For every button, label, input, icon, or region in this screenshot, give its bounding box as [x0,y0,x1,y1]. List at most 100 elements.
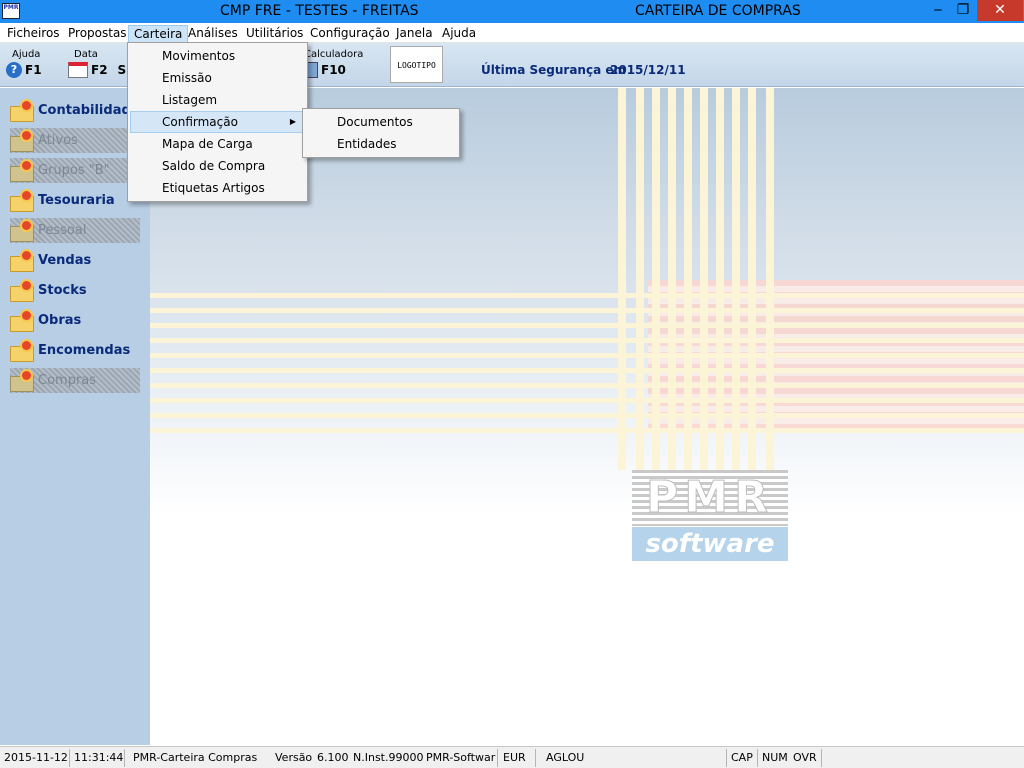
sidebar-item-label: Encomendas [38,343,131,358]
window-title: CMP FRE - TESTES - FREITAS [220,3,419,19]
decor-stripe [150,323,1024,328]
menu-item-etiquetas-artigos[interactable]: Etiquetas Artigos [130,177,305,199]
status-divider [726,749,727,767]
menu-janela[interactable]: Janela [391,25,438,43]
status-divider [124,749,125,767]
decor-stripe [716,88,724,470]
menu-ajuda[interactable]: Ajuda [437,25,481,43]
decor-stripe [766,88,774,470]
date-tool-label: Data [74,49,98,60]
menu-item-movimentos[interactable]: Movimentos [130,45,305,67]
menu-item-saldo-de-compra[interactable]: Saldo de Compra [130,155,305,177]
sidebar-item-compras: Compras [10,368,140,393]
sidebar-item-label: Contabilidade [38,103,140,118]
decor-stripe [150,353,1024,358]
menu-analises[interactable]: Análises [183,25,243,43]
close-button[interactable]: ✕ [977,0,1023,21]
help-tool-label: Ajuda [12,49,41,60]
status-install: N.Inst.99000 [353,751,424,764]
menu-item-confirmacao[interactable]: Confirmação ▶ [130,111,305,133]
folder-icon [10,100,34,122]
folder-icon [10,160,34,182]
status-module: PMR-Carteira Compras [133,751,258,764]
decor-stripe [150,368,1024,373]
sidebar-item-ativos: Ativos [10,128,140,153]
calendar-icon [68,62,88,78]
menu-propostas[interactable]: Propostas [63,25,132,43]
date-key: F2 [91,63,108,77]
decor-stripe [684,88,692,470]
menu-utilitarios[interactable]: Utilitários [241,25,308,43]
folder-icon [10,340,34,362]
sidebar-item-label: Tesouraria [38,193,115,208]
help-icon: ? [6,62,22,78]
menu-item-entidades[interactable]: Entidades [305,133,457,155]
company-logo: LOGOTIPO [390,46,443,83]
hidden-tool-key: S [117,63,127,77]
decor-stripe [618,88,626,470]
status-num: NUM [762,751,788,764]
maximize-button[interactable]: ❐ [948,0,978,21]
decor-stripe [150,308,1024,313]
sidebar-item-tesouraria[interactable]: Tesouraria [10,188,140,213]
sidebar-item-label: Ativos [38,133,78,148]
calc-tool-label: Calculadora [304,49,364,60]
decor-stripe [150,413,1024,418]
decor-stripe [150,398,1024,403]
decor-stripe [700,88,708,470]
decor-stripe [668,88,676,470]
menu-item-mapa-de-carga[interactable]: Mapa de Carga [130,133,305,155]
status-ovr: OVR [793,751,817,764]
decor-stripe [150,293,1024,298]
status-currency: EUR [503,751,526,764]
sidebar-item-label: Vendas [38,253,92,268]
menu-bar: Ficheiros Propostas Carteira Análises Ut… [0,23,1024,43]
status-date: 2015-11-12 [4,751,68,764]
status-time: 11:31:44 [74,751,124,764]
status-version-label: Versão [275,751,313,764]
folder-icon [10,220,34,242]
menu-item-documentos[interactable]: Documentos [305,111,457,133]
help-tool[interactable]: Ajuda ? F1 [6,49,42,78]
menu-configuracao[interactable]: Configuração [305,25,395,43]
status-divider [757,749,758,767]
sidebar-item-vendas[interactable]: Vendas [10,248,140,273]
menu-item-emissao[interactable]: Emissão [130,67,305,89]
folder-icon [10,310,34,332]
folder-icon [10,370,34,392]
app-icon[interactable]: PMR [2,3,20,19]
software-logo-wordmark: software [632,527,788,561]
backup-label: Última Segurança em [481,63,626,77]
menu-ficheiros[interactable]: Ficheiros [2,25,65,43]
status-divider [69,749,70,767]
status-bar: 2015-11-12 11:31:44 PMR-Carteira Compras… [0,746,1024,768]
menu-carteira[interactable]: Carteira [128,25,189,43]
help-key: F1 [25,63,42,77]
menu-item-listagem[interactable]: Listagem [130,89,305,111]
sidebar-item-stocks[interactable]: Stocks [10,278,140,303]
folder-icon [10,250,34,272]
folder-icon [10,280,34,302]
confirmacao-submenu: Documentos Entidades [302,108,460,158]
status-version: 6.100 [317,751,349,764]
folder-icon [10,190,34,212]
decor-stripe [150,338,1024,343]
decor-stripe [652,88,660,470]
title-bar: PMR CMP FRE - TESTES - FREITAS CARTEIRA … [0,0,1024,23]
status-vendor: PMR-Softwar [426,751,496,764]
sidebar-item-encomendas[interactable]: Encomendas [10,338,140,363]
backup-date: 2015/12/11 [610,63,686,77]
sidebar-item-label: Compras [38,373,97,388]
pmr-logo-wordmark: PMR [632,470,788,526]
sidebar-item-grupos-b: Grupos "B" [10,158,140,183]
sidebar-item-contabilidade[interactable]: Contabilidade [10,98,140,123]
sidebar-item-obras[interactable]: Obras [10,308,140,333]
calculator-tool[interactable]: Calculadora F10 [304,49,363,78]
decor-stripe [150,428,1024,433]
date-tool[interactable]: Data F2 S [68,49,126,78]
sidebar-item-pessoal: Pessoal [10,218,140,243]
folder-icon [10,130,34,152]
sidebar-item-label: Grupos "B" [38,163,110,178]
calc-key: F10 [321,63,346,77]
status-user: AGLOU [546,751,585,764]
